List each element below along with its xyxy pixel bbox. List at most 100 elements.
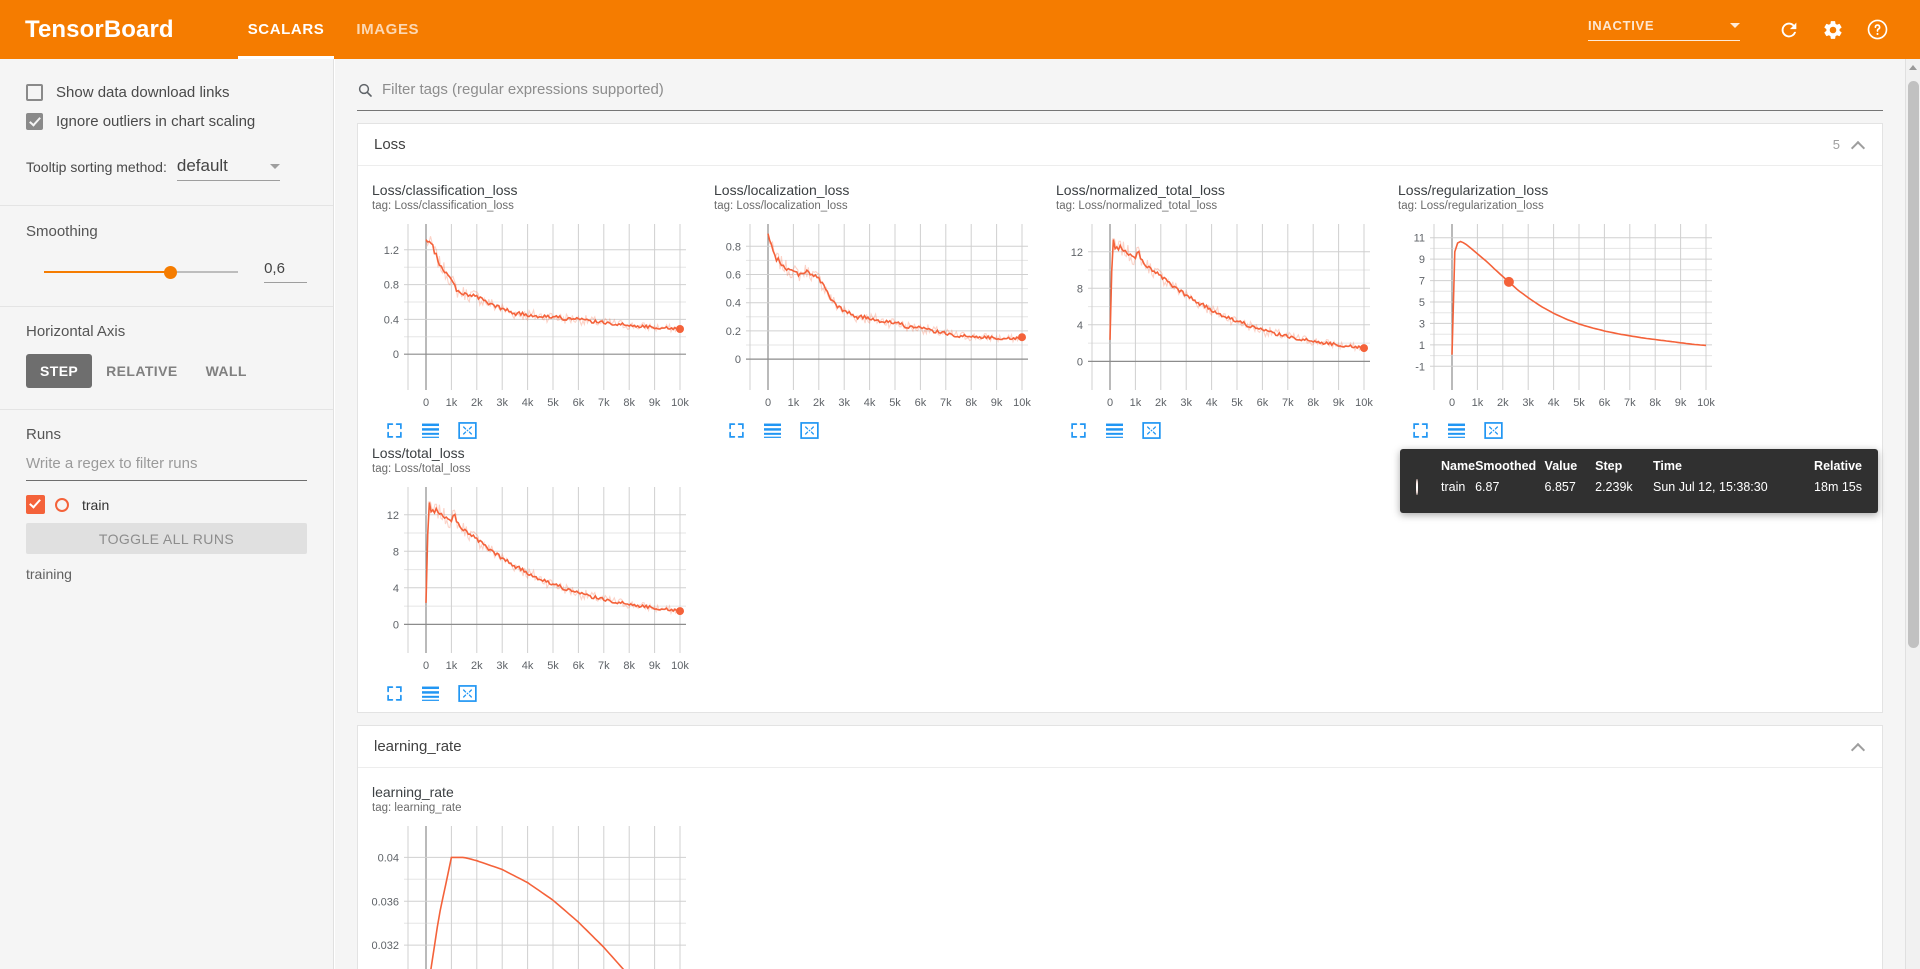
refresh-icon[interactable] <box>1772 13 1806 47</box>
haxis-wall-button[interactable]: WALL <box>192 354 261 388</box>
fit-domain-icon[interactable] <box>1484 422 1503 439</box>
svg-text:8k: 8k <box>1307 397 1319 409</box>
svg-text:4k: 4k <box>864 397 876 409</box>
slider-fill <box>44 271 171 273</box>
horizontal-axis-title: Horizontal Axis <box>26 323 307 340</box>
smoothing-slider[interactable] <box>44 264 238 280</box>
svg-text:9k: 9k <box>1333 397 1345 409</box>
svg-text:6k: 6k <box>1599 397 1611 409</box>
svg-text:0.6: 0.6 <box>726 270 741 282</box>
svg-text:10k: 10k <box>1013 397 1031 409</box>
chevron-up-icon[interactable] <box>1852 140 1866 149</box>
svg-text:0: 0 <box>1107 397 1113 409</box>
chart-title: Loss/classification_loss <box>372 182 698 198</box>
card-learning-rate-header[interactable]: learning_rate <box>358 726 1882 768</box>
tooltip-step: 2.239k <box>1595 480 1653 494</box>
fit-domain-icon[interactable] <box>458 685 477 702</box>
run-filter-input[interactable]: Write a regex to filter runs <box>26 455 307 481</box>
chevron-up-icon[interactable] <box>1852 742 1866 751</box>
checkbox-ignore-outliers[interactable]: Ignore outliers in chart scaling <box>26 108 307 134</box>
expand-icon[interactable] <box>386 422 403 439</box>
scrollbar-thumb[interactable] <box>1908 81 1919 648</box>
smoothing-title: Smoothing <box>26 223 307 240</box>
gear-icon[interactable] <box>1816 13 1850 47</box>
chevron-down-icon <box>1730 23 1740 28</box>
run-color-swatch-icon <box>1416 479 1418 495</box>
help-icon[interactable] <box>1860 13 1894 47</box>
data-series-icon[interactable] <box>763 422 782 439</box>
checkbox-icon <box>26 113 43 130</box>
slider-knob[interactable] <box>164 266 177 279</box>
svg-text:2k: 2k <box>471 660 483 672</box>
haxis-step-button[interactable]: STEP <box>26 354 92 388</box>
data-series-icon[interactable] <box>421 422 440 439</box>
svg-text:10k: 10k <box>1697 397 1715 409</box>
svg-text:4k: 4k <box>522 397 534 409</box>
chart-plot[interactable]: 0.0320.0360.0401k2k3k4k5k6k7k8k9k10k <box>372 820 698 969</box>
svg-text:4k: 4k <box>1206 397 1218 409</box>
svg-text:5k: 5k <box>889 397 901 409</box>
app-header: TensorBoard SCALARS IMAGES INACTIVE <box>0 0 1920 59</box>
scroll-up-arrow-icon[interactable] <box>1909 65 1917 70</box>
svg-text:10k: 10k <box>671 397 689 409</box>
chart-plot[interactable]: -1135791101k2k3k4k5k6k7k8k9k10k <box>1398 218 1724 418</box>
svg-text:1k: 1k <box>1472 397 1484 409</box>
chart-plot[interactable]: 00.40.81.201k2k3k4k5k6k7k8k9k10k <box>372 218 698 418</box>
svg-text:0.036: 0.036 <box>372 896 399 908</box>
svg-text:7k: 7k <box>1282 397 1294 409</box>
fit-domain-icon[interactable] <box>800 422 819 439</box>
expand-icon[interactable] <box>1412 422 1429 439</box>
checkbox-show-data-download-links[interactable]: Show data download links <box>26 79 307 105</box>
expand-icon[interactable] <box>728 422 745 439</box>
run-name: train <box>82 497 109 513</box>
card-loss-header[interactable]: Loss 5 <box>358 124 1882 166</box>
tooltip-time: Sun Jul 12, 15:38:30 <box>1653 480 1814 494</box>
card-learning-rate-charts: learning_ratetag: learning_rate0.0320.03… <box>358 768 1882 969</box>
run-status-value: INACTIVE <box>1588 18 1654 33</box>
haxis-relative-button[interactable]: RELATIVE <box>92 354 191 388</box>
svg-text:3k: 3k <box>1522 397 1534 409</box>
svg-text:0.032: 0.032 <box>372 940 399 952</box>
fit-domain-icon[interactable] <box>1142 422 1161 439</box>
svg-text:7k: 7k <box>598 397 610 409</box>
chart-controls <box>1056 422 1382 439</box>
data-series-icon[interactable] <box>421 685 440 702</box>
svg-text:9: 9 <box>1419 254 1425 266</box>
svg-text:1k: 1k <box>1130 397 1142 409</box>
svg-text:1k: 1k <box>446 397 458 409</box>
tooltip-name: train <box>1441 480 1475 494</box>
tag-filter-placeholder: Filter tags (regular expressions support… <box>382 81 664 98</box>
svg-text:8k: 8k <box>623 660 635 672</box>
svg-text:0: 0 <box>1449 397 1455 409</box>
svg-text:6k: 6k <box>573 660 585 672</box>
svg-text:1k: 1k <box>788 397 800 409</box>
chart-loss-regularization-loss: Loss/regularization_losstag: Loss/regula… <box>1390 176 1732 439</box>
fit-domain-icon[interactable] <box>458 422 477 439</box>
tab-scalars[interactable]: SCALARS <box>232 0 341 59</box>
chart-plot[interactable]: 00.20.40.60.801k2k3k4k5k6k7k8k9k10k <box>714 218 1040 418</box>
tooltip-header-row: Name Smoothed Value Step Time Relative <box>1416 459 1862 480</box>
app-brand: TensorBoard <box>25 16 174 44</box>
card-learning-rate-title: learning_rate <box>374 738 462 755</box>
expand-icon[interactable] <box>386 685 403 702</box>
chart-plot[interactable]: 0481201k2k3k4k5k6k7k8k9k10k <box>1056 218 1382 418</box>
run-status-select[interactable]: INACTIVE <box>1588 18 1740 41</box>
smoothing-value-input[interactable]: 0,6 <box>264 260 307 283</box>
run-item-train[interactable]: train <box>26 495 307 514</box>
svg-text:8k: 8k <box>623 397 635 409</box>
data-series-icon[interactable] <box>1447 422 1466 439</box>
main-scrollbar[interactable] <box>1905 59 1920 969</box>
tab-images[interactable]: IMAGES <box>340 0 435 59</box>
tooltip-sorting-select[interactable]: default <box>177 156 280 181</box>
toggle-all-runs-button[interactable]: TOGGLE ALL RUNS <box>26 523 307 554</box>
tooltip-sorting-label: Tooltip sorting method: <box>26 159 167 181</box>
runs-footer-label: training <box>26 566 307 582</box>
svg-text:3: 3 <box>1419 318 1425 330</box>
data-series-icon[interactable] <box>1105 422 1124 439</box>
chart-plot[interactable]: 0481201k2k3k4k5k6k7k8k9k10k <box>372 481 698 681</box>
tag-filter-input[interactable]: Filter tags (regular expressions support… <box>357 69 1883 111</box>
tooltip-value: 6.857 <box>1545 480 1596 494</box>
expand-icon[interactable] <box>1070 422 1087 439</box>
run-checkbox-icon[interactable] <box>26 495 45 514</box>
run-color-circle-icon <box>55 498 69 512</box>
